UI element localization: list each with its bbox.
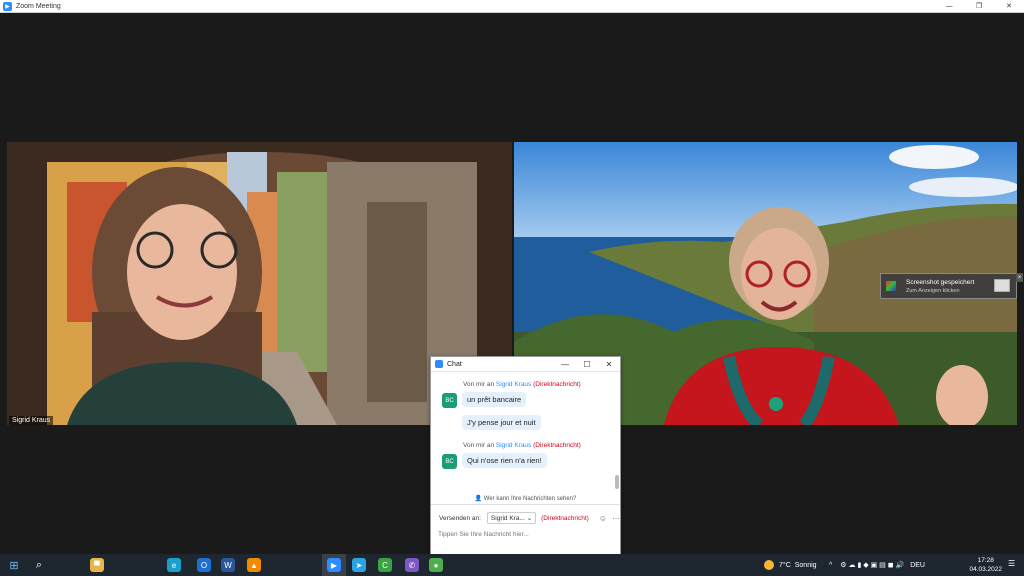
emoji-icon[interactable]: ☺ [599, 514, 607, 523]
tray-icons[interactable]: ⚙ ☁ ▮ ◆ ▣ ▤ ◼ 🔊 [840, 561, 904, 569]
message-header: Von mir an Sigrid Kraus (Direktnachricht… [463, 381, 581, 388]
chrome-app-icon[interactable]: ● [429, 558, 443, 572]
send-to-label: Versenden an: [439, 514, 481, 522]
word-app-icon[interactable]: W [221, 558, 235, 572]
direct-message-label: (Direktnachricht) [533, 442, 581, 449]
more-options-icon[interactable]: ··· [612, 514, 620, 523]
toast-subtitle: Zum Anzeigen klicken [906, 287, 960, 294]
message-bubble[interactable]: Qui n'ose rien n'a rien! [462, 453, 547, 468]
chat-window: Chat — ☐ ✕ Von mir an Sigrid Kraus (Dire… [430, 356, 621, 556]
edge-app-icon[interactable]: e [167, 558, 181, 572]
message-recipient[interactable]: Sigrid Kraus [496, 442, 531, 449]
chat-messages: Von mir an Sigrid Kraus (Direktnachricht… [431, 373, 613, 483]
direct-message-label: (Direktnachricht) [533, 381, 581, 388]
taskbar-clock[interactable]: 17:28 04.03.2022 [969, 556, 1002, 574]
restore-button[interactable]: ❐ [964, 0, 994, 12]
who-can-see-text: Wer kann Ihre Nachrichten sehen? [483, 496, 577, 502]
clock-time: 17:28 [977, 557, 994, 564]
chat-title: Chat [447, 360, 462, 368]
clock-date: 04.03.2022 [969, 566, 1002, 573]
chat-titlebar: Chat — ☐ ✕ [431, 357, 620, 372]
zoom-chat-icon [435, 360, 443, 368]
toast-close-icon[interactable]: × [1016, 273, 1023, 282]
weather-widget[interactable]: 7°C Sonnig [764, 554, 817, 576]
person-icon: 👤 [474, 496, 483, 502]
sender-avatar: BC [442, 393, 457, 408]
who-can-see-link[interactable]: 👤 Wer kann Ihre Nachrichten sehen? [431, 495, 620, 502]
chat-window-controls: — ☐ ✕ [554, 357, 620, 371]
zoom-logo-icon: ▶ [3, 1, 12, 11]
weather-temperature: 7°C [779, 561, 791, 569]
chat-divider [431, 504, 620, 505]
screenshot-saved-toast[interactable]: Screenshot gespeichert Zum Anzeigen klic… [880, 273, 1017, 299]
message-bubble[interactable]: J'y pense jour et nuit [462, 415, 541, 430]
chat-scrollbar[interactable] [615, 475, 619, 489]
language-indicator[interactable]: DEU [910, 562, 925, 569]
participant-name-tag: Sigrid Kraus [9, 416, 54, 425]
message-bubble[interactable]: un prêt bancaire [462, 392, 527, 407]
viber-app-icon[interactable]: ✆ [405, 558, 419, 572]
window-controls: — ❐ ✕ [934, 0, 1024, 12]
toast-title: Screenshot gespeichert [906, 278, 975, 286]
sender-avatar: BC [442, 454, 457, 469]
zoom-app-icon[interactable]: ▶ [327, 558, 341, 572]
minimize-button[interactable]: — [934, 0, 964, 12]
chat-message-input[interactable] [438, 527, 608, 541]
message-header: Von mir an Sigrid Kraus (Direktnachricht… [463, 442, 581, 449]
windows-taskbar: ⊞ ⌕ ▀ e O ● W ▲ ▶ ➤ C ✆ 7°C Sonnig ^ ⚙ ☁ ▮ ◆ ▣ ▤ … [0, 554, 1024, 576]
chat-minimize-button[interactable]: — [554, 357, 576, 371]
telegram-app-icon[interactable]: ➤ [352, 558, 366, 572]
chat-close-button[interactable]: ✕ [598, 357, 620, 371]
search-icon[interactable]: ⌕ [32, 558, 46, 572]
window-title: Zoom Meeting [16, 2, 61, 10]
outlook-app-icon[interactable]: O [197, 558, 211, 572]
close-button[interactable]: ✕ [994, 0, 1024, 12]
windows-start-icon[interactable]: ⊞ [7, 558, 21, 572]
explorer-app-icon[interactable]: ▀ [90, 558, 104, 572]
message-from: Von mir an [463, 442, 495, 449]
snipping-tool-icon [886, 281, 896, 291]
message-from: Von mir an [463, 381, 495, 388]
send-to-row: Versenden an: Sigrid Kra... ⌄ (Direktnac… [439, 512, 620, 524]
sun-icon [764, 560, 774, 570]
vlc-app-icon[interactable]: ▲ [247, 558, 261, 572]
screenshot-thumbnail [994, 279, 1010, 292]
window-titlebar: ▶ Zoom Meeting — ❐ ✕ [0, 0, 1024, 13]
notification-center-icon[interactable]: ☰ [1008, 559, 1020, 571]
weather-condition: Sonnig [794, 561, 817, 569]
camtasia-app-icon[interactable]: C [378, 558, 392, 572]
chevron-down-icon: ⌄ [526, 515, 533, 522]
system-tray: ^ ⚙ ☁ ▮ ◆ ▣ ▤ ◼ 🔊 DEU [829, 554, 925, 576]
message-recipient[interactable]: Sigrid Kraus [496, 381, 531, 388]
recipient-dropdown[interactable]: Sigrid Kra... ⌄ [486, 512, 537, 524]
tray-expand-icon[interactable]: ^ [829, 562, 832, 569]
recipient-value: Sigrid Kra... [490, 515, 525, 522]
recipient-dm-label: (Direktnachricht) [541, 514, 589, 522]
chat-maximize-button[interactable]: ☐ [576, 357, 598, 371]
